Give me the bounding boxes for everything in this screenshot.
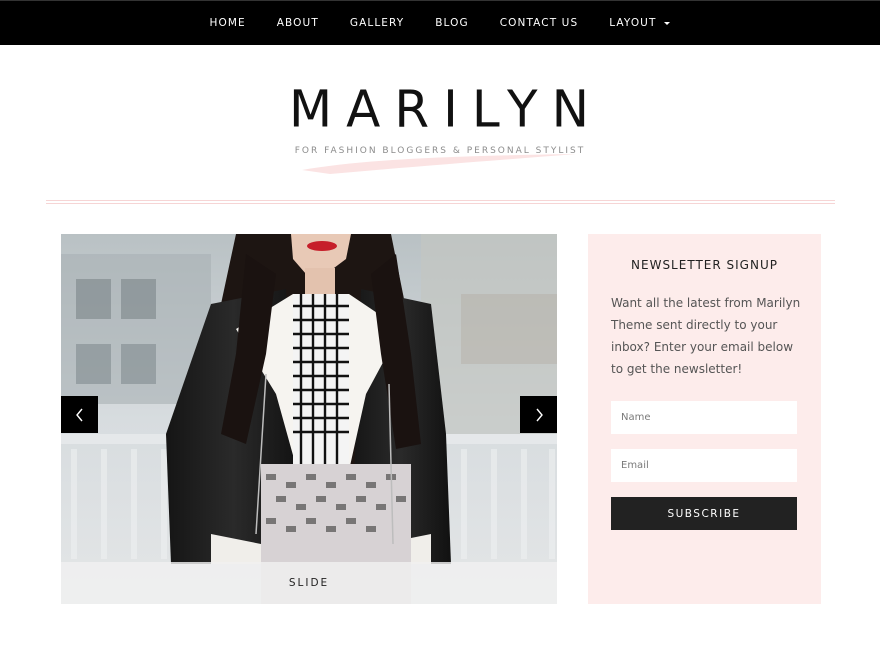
- top-navigation-bar: HOME ABOUT GALLERY BLOG CONTACT US LAYOU…: [0, 0, 880, 45]
- nav-item-blog[interactable]: BLOG: [435, 17, 468, 29]
- nav-item-label: HOME: [209, 17, 246, 29]
- chevron-left-icon: [75, 408, 83, 421]
- slider-next-button[interactable]: [520, 396, 557, 433]
- nav-item-label: CONTACT US: [499, 17, 579, 29]
- slider-prev-button[interactable]: [61, 396, 98, 433]
- caret-down-icon: [664, 21, 671, 25]
- newsletter-description: Want all the latest from Marilyn Theme s…: [611, 296, 801, 376]
- nav-item-about[interactable]: ABOUT: [277, 17, 319, 29]
- nav-item-label: ABOUT: [276, 17, 319, 29]
- slide-caption-bar: SLIDE: [61, 562, 557, 604]
- featured-slider[interactable]: SLIDE: [61, 234, 557, 604]
- chevron-right-icon: [535, 408, 543, 421]
- newsletter-widget: NEWSLETTER SIGNUP Want all the latest fr…: [588, 234, 821, 604]
- newsletter-title: NEWSLETTER SIGNUP: [631, 258, 778, 272]
- site-title-text: MARILYN: [289, 79, 603, 139]
- subscribe-button[interactable]: SUBSCRIBE: [611, 497, 797, 530]
- newsletter-email-input[interactable]: [611, 449, 797, 482]
- slide-caption[interactable]: SLIDE: [289, 577, 329, 589]
- nav-item-layout[interactable]: LAYOUT: [609, 17, 671, 29]
- header-divider: [46, 203, 835, 204]
- nav-item-label: LAYOUT: [609, 17, 657, 29]
- site-title[interactable]: MARILYN: [0, 79, 880, 139]
- nav-item-label: GALLERY: [349, 17, 405, 29]
- newsletter-name-input[interactable]: [611, 401, 797, 434]
- nav-menu: HOME ABOUT GALLERY BLOG CONTACT US LAYOU…: [0, 1, 880, 45]
- header-divider: [46, 200, 835, 201]
- slide-photo: [61, 234, 557, 604]
- nav-item-label: BLOG: [435, 17, 469, 29]
- nav-item-gallery[interactable]: GALLERY: [350, 17, 404, 29]
- site-tagline: FOR FASHION BLOGGERS & PERSONAL STYLIST: [294, 146, 586, 156]
- nav-item-contact-us[interactable]: CONTACT US: [500, 17, 578, 29]
- nav-item-home[interactable]: HOME: [210, 17, 246, 29]
